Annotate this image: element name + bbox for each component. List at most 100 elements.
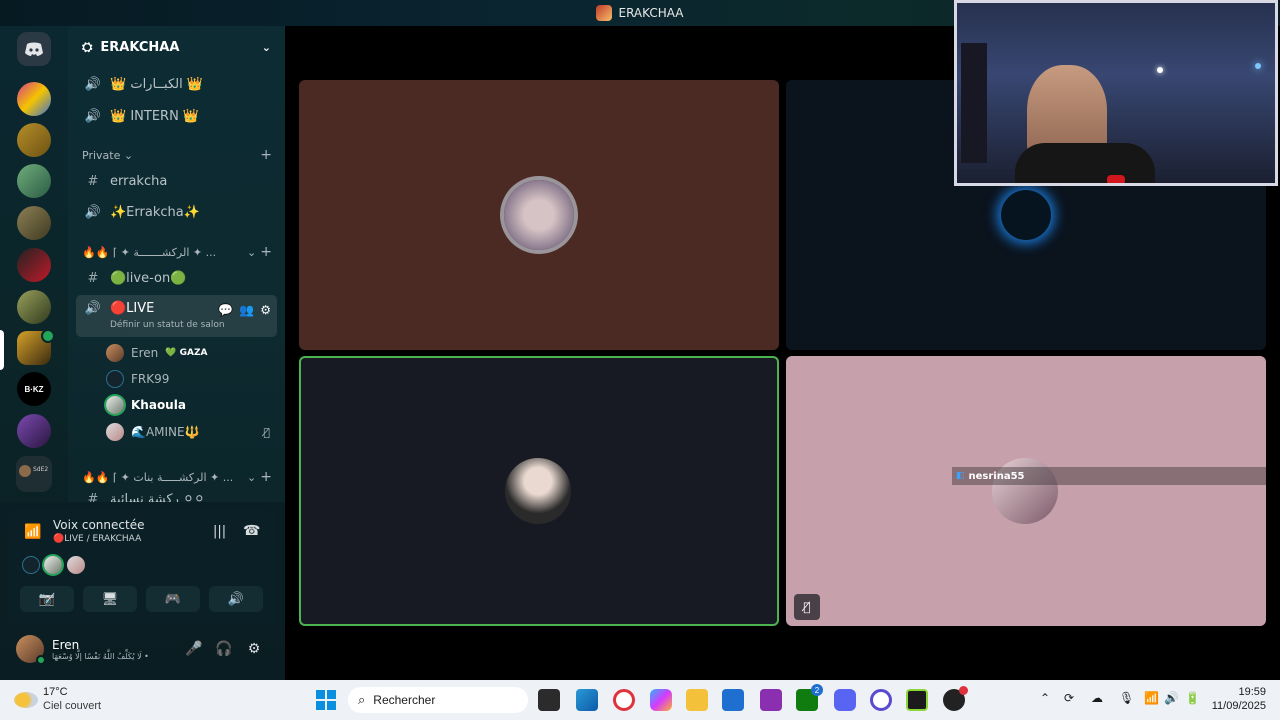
noise-suppression-icon[interactable]: ||| xyxy=(213,524,226,539)
channel-text-errakcha[interactable]: # errakcha xyxy=(76,167,277,195)
member-tag: 💚 GAZA xyxy=(165,348,208,358)
participant-tile[interactable] xyxy=(299,80,779,350)
plus-icon[interactable]: + xyxy=(260,469,272,485)
channel-sidebar: ⛭ ERAKCHAA ⌄ 🔊 👑 الكبــارات 👑 🔊 👑 INTERN… xyxy=(68,26,285,510)
windows-start-icon[interactable] xyxy=(316,690,336,710)
channel-voice-errakcha[interactable]: 🔊 ✨Errakcha✨ xyxy=(76,198,277,226)
headphones-icon[interactable]: 🎧 xyxy=(209,641,239,657)
hangup-icon[interactable]: ☎ xyxy=(243,523,260,539)
server-icon-group[interactable] xyxy=(17,206,51,240)
search-placeholder: Rechercher xyxy=(373,693,436,707)
screen-share-icon: 🖥 xyxy=(101,591,119,607)
voice-member-speaking[interactable]: Khaoula xyxy=(106,394,276,416)
voice-member[interactable]: FRK99 xyxy=(106,368,276,390)
activity-button[interactable]: 🎮 xyxy=(146,586,200,612)
file-explorer-icon[interactable] xyxy=(686,689,708,711)
task-view-icon[interactable] xyxy=(538,689,560,711)
member-name: FRK99 xyxy=(131,372,170,386)
xbox-icon[interactable]: 2 xyxy=(796,684,823,711)
avatar[interactable] xyxy=(16,635,46,665)
volume-icon[interactable]: 🔊 xyxy=(1164,691,1179,705)
weather-desc[interactable]: Ciel couvert xyxy=(43,700,101,712)
server-icon-psy-red[interactable] xyxy=(17,248,51,282)
user-info[interactable]: Eren لَا يُكَلِّفُ اللَّهُ نَفْسًا إِلَّ… xyxy=(52,638,179,661)
channel-label: 👑 INTERN 👑 xyxy=(110,108,200,124)
store-icon[interactable] xyxy=(722,689,744,711)
screen-share-button[interactable]: 🖥 xyxy=(83,586,137,612)
channel-voice-intern[interactable]: 🔊 👑 INTERN 👑 xyxy=(76,102,277,130)
participant-avatar[interactable] xyxy=(44,556,62,574)
user-custom-status: لَا يُكَلِّفُ اللَّهُ نَفْسًا إِلَّا وُس… xyxy=(52,651,149,661)
channel-label: errakcha xyxy=(110,173,168,189)
speaker-lock-icon: 🔊 xyxy=(84,76,102,92)
server-folder-sde2[interactable]: SdE2 xyxy=(16,456,52,492)
voice-connection-panel: 📶 Voix connectée 🔴LIVE / ERAKCHAA ||| ☎ … xyxy=(8,510,277,625)
webcam-overlay xyxy=(954,0,1278,186)
light-dot-shape xyxy=(1255,63,1261,69)
taskbar-search[interactable]: ⌕ Rechercher xyxy=(348,687,528,713)
terminal-icon[interactable] xyxy=(906,689,928,711)
category-label: 🔥🔥 ⌈ ✦ الركشـــــة بنات ✦ ... xyxy=(82,470,234,484)
weather-icon[interactable] xyxy=(14,692,38,708)
wall-flag-shape xyxy=(961,43,987,163)
discord-home-icon[interactable] xyxy=(17,32,51,66)
mic-icon[interactable]: 🎤 xyxy=(179,641,209,657)
soundboard-button[interactable]: 🔊 xyxy=(209,586,263,612)
server-icon-gold[interactable] xyxy=(17,123,51,157)
voice-status[interactable]: Voix connectée xyxy=(53,518,144,532)
speaker-lock-icon: 🔊 xyxy=(84,108,102,124)
app-icon-red-dot[interactable] xyxy=(943,686,968,711)
opera-icon[interactable] xyxy=(613,689,635,711)
server-icon-psy[interactable] xyxy=(17,82,51,116)
avatar xyxy=(505,458,571,524)
chevron-up-icon[interactable]: ⌃ xyxy=(1040,691,1050,705)
avatar xyxy=(106,423,124,441)
voice-member[interactable]: Eren 💚 GAZA xyxy=(106,342,276,364)
add-member-icon[interactable]: 👥 xyxy=(239,303,254,317)
unread-badge xyxy=(41,329,55,343)
weather-temp[interactable]: 17°C xyxy=(43,686,68,698)
server-icon-erakchaa[interactable] xyxy=(17,329,55,365)
plus-icon[interactable]: + xyxy=(260,244,272,260)
plus-icon[interactable]: + xyxy=(260,147,272,163)
cloud-icon[interactable]: ☁ xyxy=(1091,691,1103,705)
clock-time[interactable]: 19:59 xyxy=(1214,686,1266,698)
battery-icon[interactable]: 🔋 xyxy=(1185,691,1200,705)
channel-text-live-on[interactable]: # 🟢live-on🟢 xyxy=(76,264,277,292)
window-title-group: ERAKCHAA xyxy=(596,5,684,21)
widgets-icon[interactable] xyxy=(576,689,598,711)
camera-off-button[interactable]: 📷̸ xyxy=(20,586,74,612)
server-header[interactable]: ⛭ ERAKCHAA ⌄ xyxy=(68,26,285,68)
server-icon-bkz[interactable]: B·KZ xyxy=(17,372,51,406)
gear-icon[interactable]: ⚙ xyxy=(260,303,271,317)
category-private[interactable]: Private ⌄ + xyxy=(82,146,272,164)
signal-icon[interactable]: 📶 xyxy=(24,524,41,540)
opera-gx-icon[interactable] xyxy=(870,689,892,711)
channel-voice-live[interactable]: 🔊 🔴LIVE Définir un statut de salon 💬 👥 ⚙ xyxy=(76,295,277,337)
gear-icon[interactable]: ⚙ xyxy=(239,641,269,657)
server-icon-purple[interactable] xyxy=(17,414,51,448)
participant-tile[interactable]: ◧ nesrina55 🎙̸ xyxy=(786,356,1266,626)
server-icon-tiger[interactable] xyxy=(17,164,51,198)
channel-voice-kibarat[interactable]: 🔊 👑 الكبــارات 👑 xyxy=(76,70,277,98)
participant-name: nesrina55 xyxy=(968,470,1025,482)
category-rakcha[interactable]: 🔥🔥 ⌈ ✦ الركشـــــــة ✦ ... ⌄ + xyxy=(82,243,272,261)
chat-bubble-icon[interactable]: 💬 xyxy=(218,303,233,317)
clock-date[interactable]: 11/09/2025 xyxy=(1206,700,1266,712)
app-icon-purple[interactable] xyxy=(760,689,782,711)
voice-channel[interactable]: 🔴LIVE / ERAKCHAA xyxy=(53,534,141,544)
window-title: ERAKCHAA xyxy=(618,6,684,20)
participant-tile-speaking[interactable] xyxy=(299,356,779,626)
participant-avatar[interactable] xyxy=(67,556,85,574)
channel-status[interactable]: Définir un statut de salon xyxy=(110,320,225,330)
participant-avatar[interactable] xyxy=(22,556,40,574)
chevron-down-icon: ⌄ xyxy=(247,245,257,259)
copilot-icon[interactable] xyxy=(650,689,672,711)
sync-icon[interactable]: ⟳ xyxy=(1064,691,1074,705)
mic-icon[interactable]: 🎙 xyxy=(1119,691,1134,705)
server-icon-goblin[interactable] xyxy=(17,290,51,324)
voice-member[interactable]: 🌊AMINE🔱 🎙̸ xyxy=(106,421,276,443)
category-rakcha-banat[interactable]: 🔥🔥 ⌈ ✦ الركشـــــة بنات ✦ ... ⌄ + xyxy=(82,468,272,486)
discord-icon[interactable] xyxy=(834,689,856,711)
wifi-icon[interactable]: 📶 xyxy=(1144,691,1159,705)
